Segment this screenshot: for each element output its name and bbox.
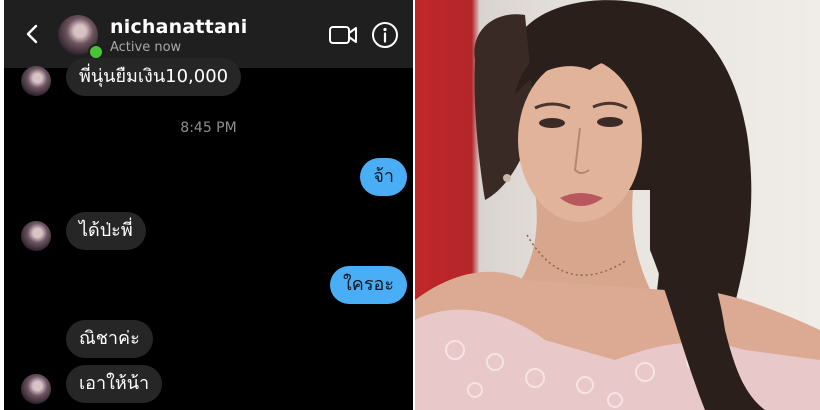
chevron-left-icon[interactable] <box>18 20 46 48</box>
portrait-photo <box>415 0 820 410</box>
video-camera-icon[interactable] <box>328 22 358 48</box>
woman-portrait-illustration <box>415 0 820 410</box>
message-bubble-incoming[interactable]: ได้ป่ะพี่ <box>66 212 146 250</box>
message-bubble-outgoing[interactable]: ใครอะ <box>330 266 407 304</box>
contact-status: Active now <box>110 40 182 55</box>
info-icon[interactable] <box>371 21 399 49</box>
message-timestamp: 8:45 PM <box>180 120 237 136</box>
message-bubble-incoming[interactable]: พี่นุ่นยืมเงิน10,000 <box>66 58 242 96</box>
message-bubble-incoming[interactable]: ณิชาค่ะ <box>66 320 153 358</box>
contact-username[interactable]: nichanattani <box>110 16 247 38</box>
sender-avatar <box>21 374 51 404</box>
message-bubble-outgoing[interactable]: จ้า <box>360 158 407 196</box>
message-bubble-incoming[interactable]: เอาให้น้า <box>66 365 163 403</box>
instagram-dm-screen: nichanattani Active now พี่นุ่นยืมเงิน10… <box>4 0 413 410</box>
sender-avatar <box>21 66 51 96</box>
sender-avatar <box>21 221 51 251</box>
